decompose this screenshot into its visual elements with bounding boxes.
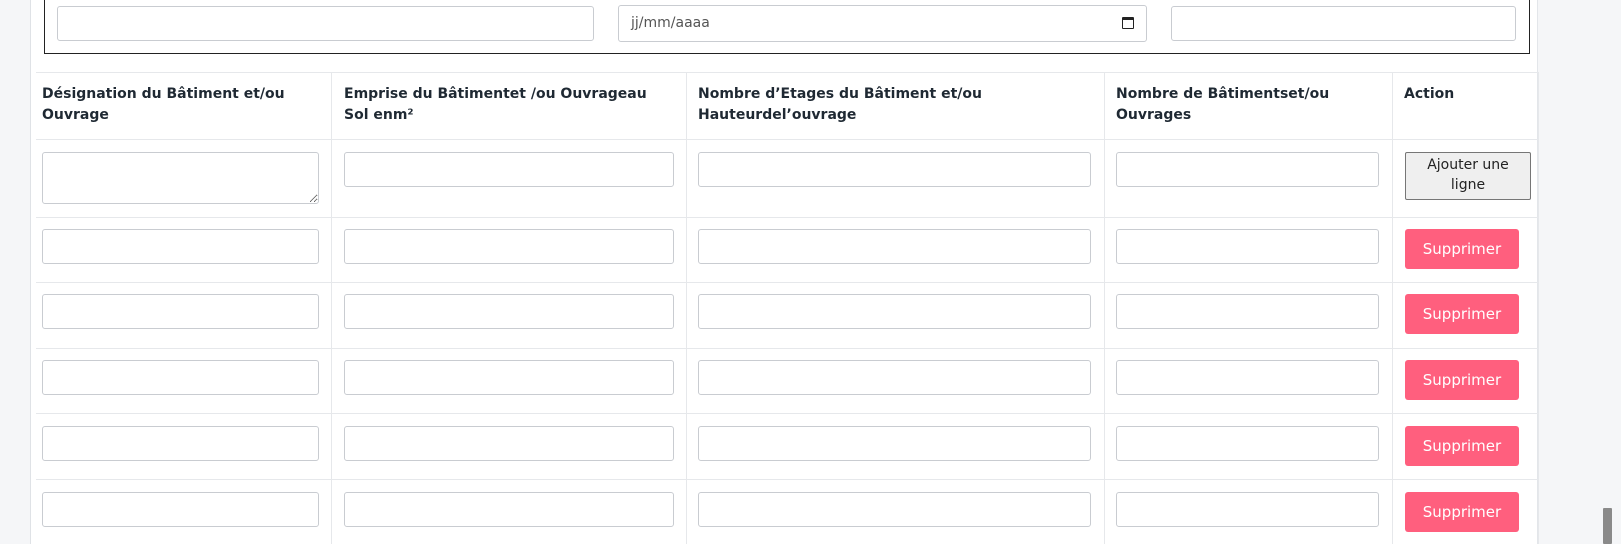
column-divider bbox=[686, 72, 687, 544]
delete-row-button[interactable]: Supprimer bbox=[1405, 360, 1519, 400]
designation-input[interactable] bbox=[42, 492, 319, 527]
nombre-input[interactable] bbox=[1116, 229, 1379, 264]
date-input[interactable]: jj/mm/aaaa bbox=[618, 5, 1147, 42]
row-border bbox=[36, 217, 1538, 218]
row-border bbox=[36, 479, 1538, 480]
designation-input[interactable] bbox=[42, 360, 319, 395]
emprise-input[interactable] bbox=[344, 294, 674, 329]
column-header-action: Action bbox=[1404, 86, 1455, 102]
emprise-input[interactable] bbox=[344, 152, 674, 187]
column-divider bbox=[1392, 72, 1393, 544]
column-header-designation: Désignation du Bâtiment et/ou Ouvrage bbox=[42, 86, 285, 123]
column-divider bbox=[1538, 72, 1539, 544]
etages-input[interactable] bbox=[698, 294, 1091, 329]
delete-row-button[interactable]: Supprimer bbox=[1405, 426, 1519, 466]
column-divider bbox=[331, 72, 332, 544]
nombre-input[interactable] bbox=[1116, 426, 1379, 461]
table-top-border bbox=[36, 72, 1538, 73]
calendar-icon[interactable] bbox=[1122, 17, 1134, 29]
etages-input[interactable] bbox=[698, 492, 1091, 527]
column-header-etages: Nombre d’Etages du Bâtiment et/ou Hauteu… bbox=[698, 86, 982, 123]
form-panel bbox=[30, 0, 1538, 544]
row-border bbox=[36, 348, 1538, 349]
emprise-input[interactable] bbox=[344, 229, 674, 264]
nombre-input[interactable] bbox=[1116, 294, 1379, 329]
emprise-input[interactable] bbox=[344, 360, 674, 395]
date-placeholder: jj/mm/aaaa bbox=[631, 15, 710, 31]
etages-input[interactable] bbox=[698, 152, 1091, 187]
designation-input[interactable] bbox=[42, 294, 319, 329]
delete-row-button[interactable]: Supprimer bbox=[1405, 492, 1519, 532]
etages-input[interactable] bbox=[698, 229, 1091, 264]
page-scrollbar-thumb[interactable] bbox=[1603, 508, 1612, 544]
emprise-input[interactable] bbox=[344, 426, 674, 461]
etages-input[interactable] bbox=[698, 360, 1091, 395]
top-text-input-3[interactable] bbox=[1171, 6, 1516, 41]
nombre-input[interactable] bbox=[1116, 360, 1379, 395]
etages-input[interactable] bbox=[698, 426, 1091, 461]
add-row-button[interactable]: Ajouter une ligne bbox=[1405, 152, 1531, 200]
row-border bbox=[36, 413, 1538, 414]
designation-input[interactable] bbox=[42, 229, 319, 264]
panel-left-border bbox=[30, 0, 31, 544]
column-divider bbox=[1104, 72, 1105, 544]
nombre-input[interactable] bbox=[1116, 492, 1379, 527]
column-header-emprise: Emprise du Bâtimentet /ou Ouvrageau Sol … bbox=[344, 86, 647, 123]
designation-textarea[interactable] bbox=[42, 152, 319, 204]
delete-row-button[interactable]: Supprimer bbox=[1405, 294, 1519, 334]
header-row-border bbox=[36, 139, 1538, 140]
row-border bbox=[36, 282, 1538, 283]
designation-input[interactable] bbox=[42, 426, 319, 461]
top-text-input-1[interactable] bbox=[57, 6, 594, 41]
nombre-input[interactable] bbox=[1116, 152, 1379, 187]
emprise-input[interactable] bbox=[344, 492, 674, 527]
column-header-nombre: Nombre de Bâtimentset/ou Ouvrages bbox=[1116, 86, 1330, 123]
delete-row-button[interactable]: Supprimer bbox=[1405, 229, 1519, 269]
